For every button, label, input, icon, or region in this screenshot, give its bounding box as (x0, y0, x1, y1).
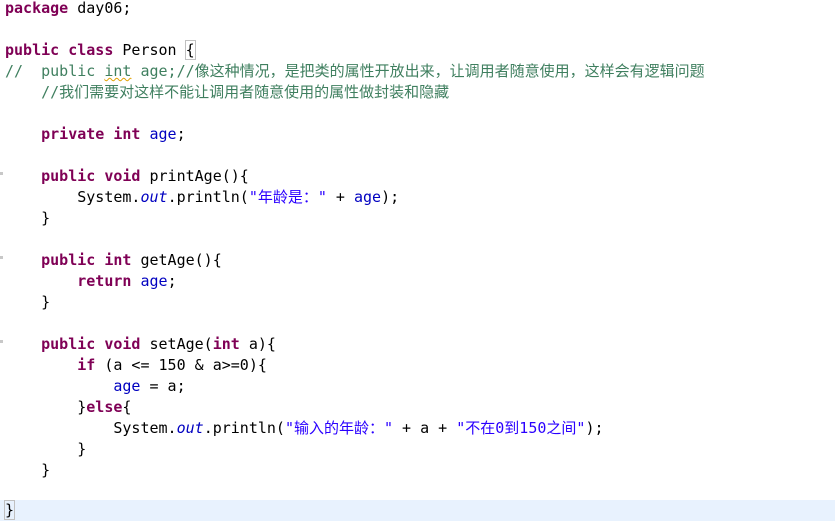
code-line-4-comment: // public int age;//像这种情况，是把类的属性开放出来，让调用… (0, 61, 835, 82)
method-setage: setAge( (140, 335, 213, 353)
comment-prefix: // (5, 62, 42, 80)
system-class: System. (77, 188, 141, 206)
close-brace: } (41, 209, 51, 227)
close-brace: } (41, 461, 51, 479)
statement-end: ); (381, 188, 400, 206)
plus-operator: + (326, 188, 354, 206)
field-age: age (354, 188, 382, 206)
keyword-return: return (77, 272, 132, 290)
code-line-23: } (0, 460, 835, 481)
keyword-public: public (5, 41, 60, 59)
keyword-public: public (41, 251, 96, 269)
keyword-public: public (41, 167, 96, 185)
comment-space (95, 62, 104, 80)
string-literal: "输入的年龄：" (284, 419, 394, 437)
code-line-15: } (0, 292, 835, 313)
keyword-class: class (68, 41, 114, 59)
close-brace: } (41, 293, 51, 311)
code-line-14: return age; (0, 271, 835, 292)
println-call: .println( (203, 419, 285, 437)
code-line-7: private int age; (0, 124, 835, 145)
string-literal: "年龄是：" (248, 188, 327, 206)
code-line-1: package day06; (0, 0, 835, 19)
field-age: age (113, 377, 141, 395)
code-editor[interactable]: package day06; public class Person { // … (0, 0, 835, 525)
keyword-int: int (104, 251, 132, 269)
close-brace: } (77, 398, 87, 416)
code-line-22: } (0, 439, 835, 460)
method-printage: printAge(){ (140, 167, 249, 185)
semicolon: ; (167, 272, 177, 290)
comment-int-spellcheck: int (104, 62, 132, 80)
code-line-25-current[interactable]: } (0, 500, 835, 521)
semicolon: ; (176, 125, 186, 143)
method-getage: getAge(){ (131, 251, 222, 269)
assignment: = a; (140, 377, 186, 395)
static-field-out: out (176, 419, 204, 437)
code-line-13: public int getAge(){ (0, 250, 835, 271)
class-open-brace: { (184, 40, 196, 60)
keyword-public: public (41, 335, 96, 353)
field-age: age (140, 272, 168, 290)
code-line-11: } (0, 208, 835, 229)
keyword-private: private (41, 125, 105, 143)
keyword-if: if (77, 356, 96, 374)
close-brace: } (77, 440, 87, 458)
code-line-10: System.out.println("年龄是：" + age); (0, 187, 835, 208)
keyword-else: else (86, 398, 123, 416)
text-cursor (14, 501, 16, 518)
code-line-9: public void printAge(){ (0, 166, 835, 187)
string-literal: "不在0到150之间" (456, 419, 586, 437)
code-line-19: age = a; (0, 376, 835, 397)
open-brace: { (122, 398, 132, 416)
code-line-21: System.out.println("输入的年龄：" + a + "不在0到1… (0, 418, 835, 439)
code-line-5-comment: //我们需要对这样不能让调用者随意使用的属性做封装和隐藏 (5, 83, 450, 101)
statement-end: ); (585, 419, 604, 437)
concat-expression: + a + (393, 419, 457, 437)
comment-text: age;//像这种情况，是把类的属性开放出来，让调用者随意使用，这样会有逻辑问题 (131, 62, 705, 80)
if-condition: (a <= 150 & a>=0){ (95, 356, 267, 374)
package-name: day06; (68, 0, 132, 17)
param-list: a){ (239, 335, 276, 353)
field-age: age (149, 125, 177, 143)
class-close-brace: } (3, 500, 16, 520)
keyword-void: void (104, 335, 141, 353)
code-line-17: public void setAge(int a){ (0, 334, 835, 355)
class-name: Person (113, 41, 186, 59)
static-field-out: out (140, 188, 168, 206)
keyword-int: int (113, 125, 141, 143)
println-call: .println( (167, 188, 249, 206)
keyword-void: void (104, 167, 141, 185)
code-line-3: public class Person { (0, 40, 835, 61)
comment-public: public (41, 62, 96, 80)
keyword-int: int (212, 335, 240, 353)
code-line-18: if (a <= 150 & a>=0){ (0, 355, 835, 376)
system-class: System. (113, 419, 177, 437)
code-line-20: }else{ (0, 397, 835, 418)
keyword-package: package (5, 0, 69, 17)
